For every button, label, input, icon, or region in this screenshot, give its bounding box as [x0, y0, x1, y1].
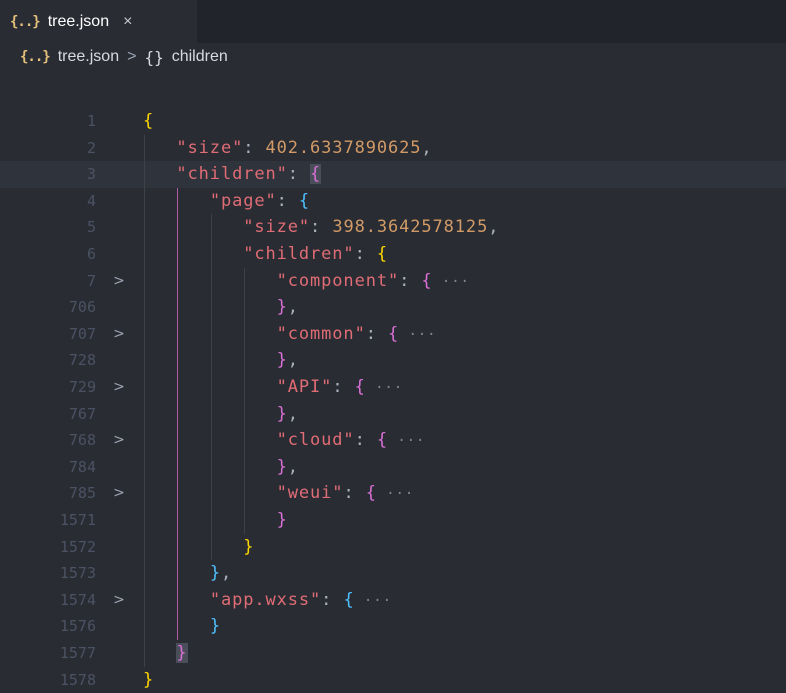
code-line[interactable]: 7 > "component": { ··· [0, 268, 786, 295]
code-line[interactable]: 767 }, [0, 401, 786, 428]
line-number: 1574 [59, 590, 96, 609]
object-icon: {} [144, 47, 164, 67]
line-number: 1572 [59, 537, 96, 556]
code-text: "weui": { ··· [276, 483, 415, 504]
code-line[interactable]: 1{ [0, 108, 786, 135]
code-line[interactable]: 1577 } [0, 640, 786, 667]
fold-chevron-icon[interactable]: > [112, 374, 126, 401]
line-number: 728 [68, 351, 96, 370]
code-text: } [243, 536, 255, 557]
code-text: } [176, 643, 188, 663]
code-line[interactable]: 768 > "cloud": { ··· [0, 427, 786, 454]
code-text: "common": { ··· [276, 323, 437, 344]
code-line[interactable]: 1576 } [0, 613, 786, 640]
indent-guide [244, 267, 246, 534]
code-line[interactable]: 785 > "weui": { ··· [0, 480, 786, 507]
code-text: }, [276, 297, 299, 318]
code-text: "page": { [209, 190, 311, 211]
code-line[interactable]: 1578} [0, 667, 786, 693]
breadcrumb: {..} tree.json > {} children [0, 43, 786, 71]
code-editor[interactable]: 1{2 "size": 402.6337890625, 3 "children":… [0, 108, 786, 690]
line-number: 768 [68, 431, 96, 450]
breadcrumb-item-children[interactable]: children [172, 48, 228, 66]
fold-chevron-icon[interactable]: > [112, 321, 126, 348]
line-number: 1571 [59, 511, 96, 529]
code-line[interactable]: 707 > "common": { ··· [0, 321, 786, 348]
line-number: 5 [86, 218, 96, 237]
code-line[interactable]: 1572 } [0, 534, 786, 561]
code-line[interactable]: 5 "size": 398.3642578125, [0, 214, 786, 241]
line-number: 1576 [59, 617, 96, 636]
line-number: 1573 [59, 564, 96, 583]
close-icon[interactable]: × [123, 13, 132, 31]
tab-tree-json[interactable]: {..} tree.json × [0, 0, 197, 43]
code-line[interactable]: 1573 }, [0, 560, 786, 587]
code-line[interactable]: 1574 > "app.wxss": { ··· [0, 587, 786, 614]
breadcrumb-file[interactable]: tree.json [58, 48, 119, 66]
fold-chevron-icon[interactable]: > [112, 480, 126, 507]
line-number: 3 [86, 165, 96, 184]
code-text: "app.wxss": { ··· [209, 589, 392, 610]
code-line[interactable]: 728 }, [0, 347, 786, 374]
code-text: { [143, 111, 155, 131]
code-text: }, [276, 456, 299, 477]
json-file-icon: {..} [20, 49, 51, 65]
code-line[interactable]: 784 }, [0, 454, 786, 481]
indent-guide [177, 187, 179, 640]
line-number: 785 [68, 484, 96, 503]
breadcrumb-separator: > [127, 48, 137, 65]
line-number: 6 [86, 245, 96, 263]
line-number: 1 [86, 112, 96, 130]
code-text: "size": 402.6337890625, [176, 137, 433, 158]
code-text: "children": { [176, 164, 322, 185]
indent-guide [144, 134, 145, 667]
code-line[interactable]: 706 }, [0, 294, 786, 321]
code-line[interactable]: 4 "page": { [0, 188, 786, 215]
code-text: "size": 398.3642578125, [243, 217, 500, 238]
code-text: }, [209, 563, 233, 584]
code-text: "children": { [243, 244, 388, 264]
indent-guide [210, 214, 212, 561]
code-text: "API": { ··· [276, 377, 404, 397]
code-line[interactable]: 3 "children": { [0, 161, 786, 188]
line-number: 2 [86, 138, 96, 157]
json-file-icon: {..} [10, 13, 41, 30]
line-number: 1577 [59, 644, 96, 662]
code-text: }, [276, 403, 299, 424]
line-number: 767 [68, 404, 96, 423]
code-line[interactable]: 729 > "API": { ··· [0, 374, 786, 401]
line-number: 1578 [59, 670, 96, 689]
tab-bar: {..} tree.json × [0, 0, 786, 43]
tab-label: tree.json [47, 12, 110, 30]
code-line[interactable]: 6 "children": { [0, 241, 786, 268]
line-number: 706 [68, 298, 96, 317]
code-line[interactable]: 1571 } [0, 507, 786, 534]
line-number: 7 [86, 271, 96, 290]
code-text: "component": { ··· [276, 270, 470, 291]
line-number: 729 [68, 378, 96, 396]
code-text: "cloud": { ··· [276, 430, 426, 451]
line-number: 4 [86, 191, 96, 210]
code-line[interactable]: 2 "size": 402.6337890625, [0, 135, 786, 162]
code-text: } [209, 616, 221, 637]
fold-chevron-icon[interactable]: > [112, 268, 126, 295]
fold-chevron-icon[interactable]: > [112, 427, 126, 454]
code-text: } [276, 510, 288, 530]
line-number: 784 [68, 457, 96, 476]
line-number: 707 [68, 324, 96, 343]
code-text: }, [276, 350, 299, 371]
code-text: } [143, 669, 155, 690]
fold-chevron-icon[interactable]: > [112, 587, 126, 614]
